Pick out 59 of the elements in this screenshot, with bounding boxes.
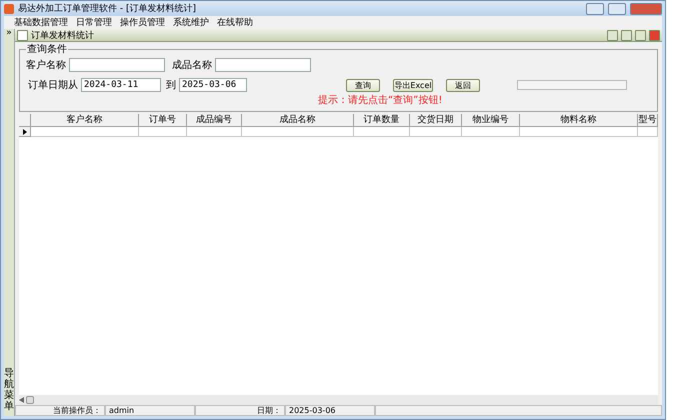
scroll-thumb[interactable] bbox=[26, 396, 34, 404]
collapse-button[interactable] bbox=[17, 30, 28, 40]
column-header[interactable]: 客户名称 bbox=[31, 114, 139, 127]
close-button[interactable] bbox=[630, 2, 662, 14]
column-header[interactable]: 成品名称 bbox=[242, 114, 354, 127]
text-field[interactable] bbox=[69, 58, 165, 72]
close-button[interactable] bbox=[649, 30, 660, 40]
column-header[interactable]: 订单数量 bbox=[354, 114, 410, 127]
action-button[interactable]: 查询 bbox=[346, 78, 380, 92]
field-label: 客户名称 bbox=[26, 58, 66, 72]
maximize-button[interactable] bbox=[608, 2, 626, 14]
maximize-button[interactable] bbox=[635, 30, 646, 40]
horizontal-scrollbar[interactable] bbox=[19, 395, 658, 405]
corner-cell bbox=[19, 114, 31, 127]
status-value: admin bbox=[105, 405, 195, 416]
navigation-label[interactable]: 导航菜单 bbox=[4, 368, 14, 412]
column-header[interactable]: 订单号 bbox=[139, 114, 187, 127]
status-label: 当前操作员： bbox=[15, 405, 105, 416]
column-header[interactable]: 型号 bbox=[638, 114, 658, 127]
row-header[interactable] bbox=[19, 127, 31, 137]
group-legend: 查询条件 bbox=[26, 42, 68, 56]
column-header[interactable]: 物料名称 bbox=[520, 114, 638, 127]
table-cell[interactable] bbox=[410, 127, 462, 137]
app-icon bbox=[4, 4, 14, 14]
table-cell[interactable] bbox=[242, 127, 354, 137]
menu-item[interactable]: 在线帮助 bbox=[217, 16, 253, 29]
column-header[interactable]: 物业编号 bbox=[462, 114, 520, 127]
table-cell[interactable] bbox=[638, 127, 658, 137]
expand-toggle[interactable]: » bbox=[6, 29, 12, 38]
column-header[interactable]: 交货日期 bbox=[410, 114, 462, 127]
column-header[interactable]: 成品编号 bbox=[187, 114, 242, 127]
action-button[interactable]: 导出Excel bbox=[393, 78, 433, 92]
minimize-button[interactable] bbox=[586, 2, 604, 14]
table-cell[interactable] bbox=[354, 127, 410, 137]
current-row-icon bbox=[22, 128, 26, 134]
up-button[interactable] bbox=[607, 30, 618, 40]
date-field[interactable]: 2025-03-06 bbox=[179, 78, 247, 92]
table-cell[interactable] bbox=[31, 127, 139, 137]
table-cell[interactable] bbox=[187, 127, 242, 137]
table-cell[interactable] bbox=[139, 127, 187, 137]
minimize-button[interactable] bbox=[621, 30, 632, 40]
action-button[interactable]: 返回 bbox=[446, 78, 480, 92]
window-title: 易达外加工订单管理软件 - [订单发材料统计] bbox=[18, 2, 197, 15]
field-label: 订单日期从 bbox=[28, 78, 78, 92]
menu-item[interactable]: 基础数据管理 bbox=[14, 16, 68, 29]
menu-item[interactable]: 操作员管理 bbox=[120, 16, 165, 29]
field-label: 到 bbox=[166, 79, 176, 92]
table-cell[interactable] bbox=[462, 127, 520, 137]
status-label: 日期： bbox=[195, 405, 285, 416]
hint-text: 提示：请先点击“查询”按钮! bbox=[318, 94, 442, 107]
menu-item[interactable]: 日常管理 bbox=[76, 16, 112, 29]
date-field[interactable]: 2024-03-11 bbox=[81, 78, 161, 92]
child-window-title: 订单发材料统计 bbox=[31, 30, 95, 42]
status-value: 2025-03-06 bbox=[285, 405, 375, 416]
field-label: 成品名称 bbox=[172, 58, 212, 72]
text-field[interactable] bbox=[215, 58, 311, 72]
scroll-left-icon[interactable] bbox=[19, 397, 24, 403]
menu-item[interactable]: 系统维护 bbox=[173, 16, 209, 29]
table-cell[interactable] bbox=[520, 127, 638, 137]
